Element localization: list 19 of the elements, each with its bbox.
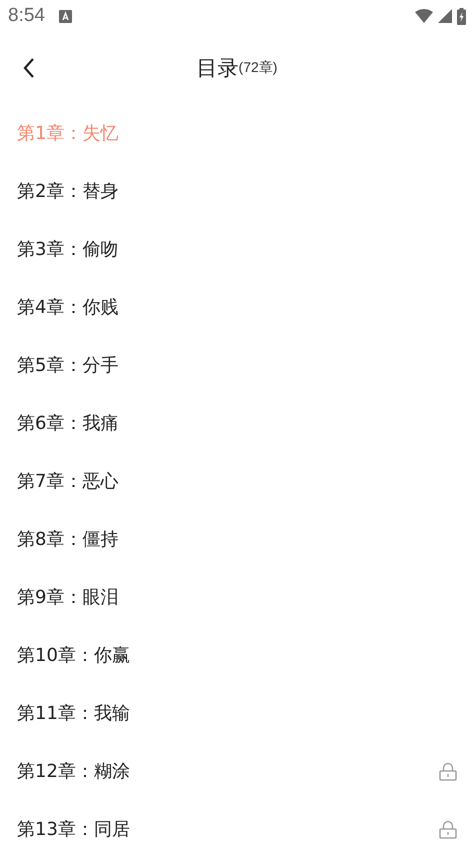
- chapter-count: (72章): [238, 59, 278, 77]
- page-title: 目录: [196, 55, 239, 82]
- chapter-item[interactable]: 第3章：偷吻: [17, 237, 118, 261]
- status-time: 8:54: [8, 5, 45, 27]
- chapter-item[interactable]: 第8章：僵持: [17, 527, 118, 551]
- battery-icon: [457, 8, 466, 24]
- chapter-item[interactable]: 第4章：你贱: [17, 295, 118, 319]
- chapter-item[interactable]: 第9章：眼泪: [17, 585, 118, 609]
- notification-icon: [58, 10, 72, 22]
- chapter-item[interactable]: 第11章：我输: [17, 701, 130, 725]
- chapter-item[interactable]: 第2章：替身: [17, 179, 118, 203]
- wifi-icon: [415, 9, 433, 23]
- signal-icon: [438, 9, 452, 23]
- chapter-item[interactable]: 第7章：恶心: [17, 469, 118, 493]
- chapter-item[interactable]: 第13章：同居: [17, 817, 130, 841]
- chapter-item[interactable]: 第5章：分手: [17, 353, 118, 377]
- chapter-item[interactable]: 第6章：我痛: [17, 411, 118, 435]
- chapter-item[interactable]: 第12章：糊涂: [17, 759, 130, 783]
- chapter-item[interactable]: 第10章：你赢: [17, 643, 130, 667]
